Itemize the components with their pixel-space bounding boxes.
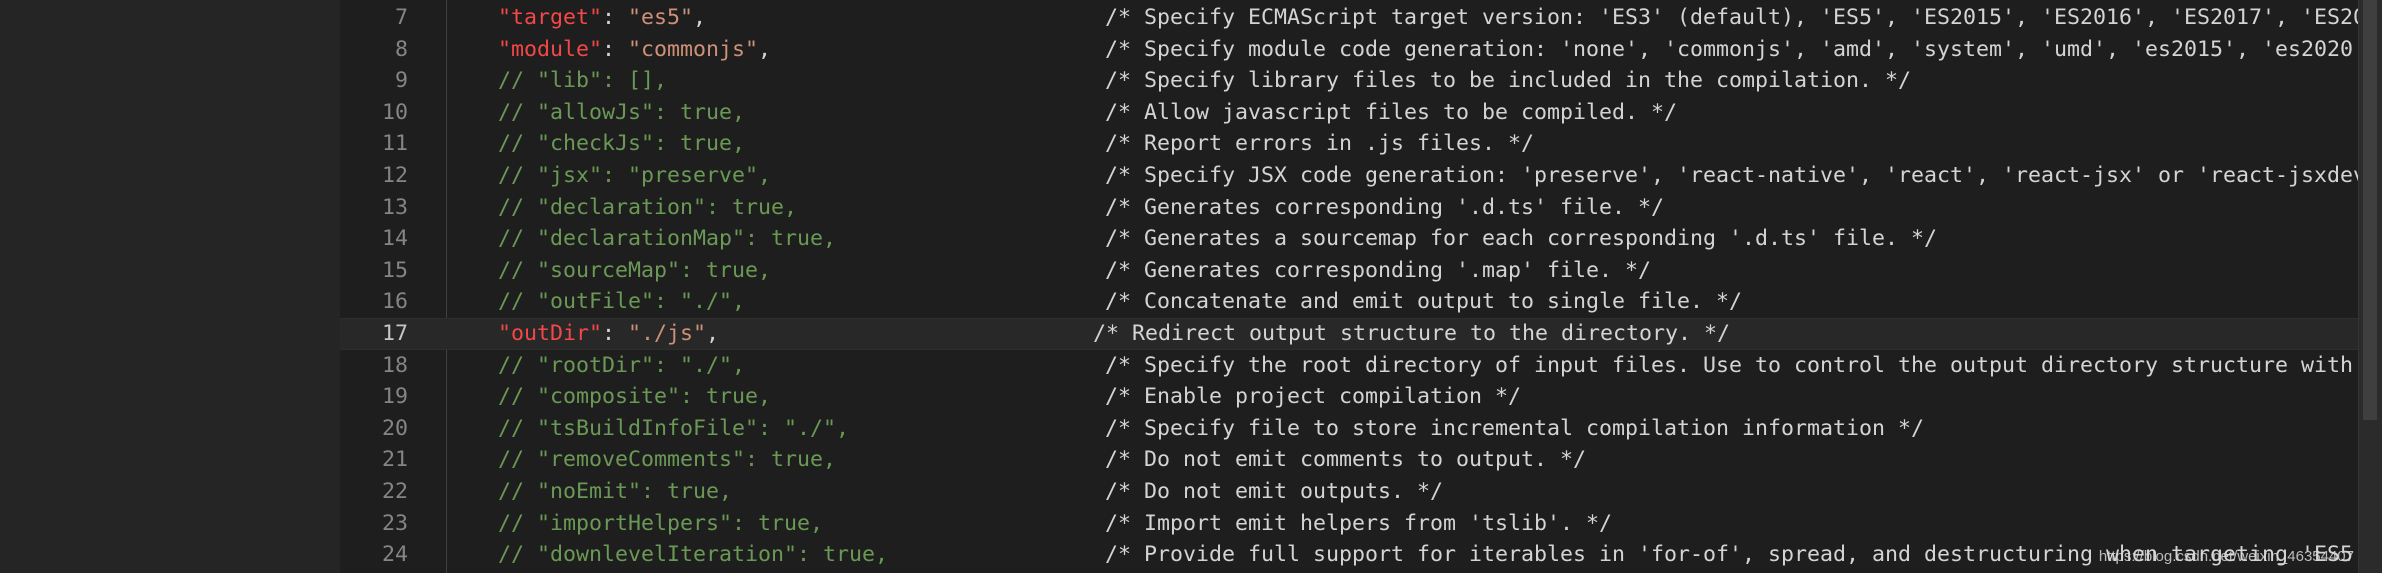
line-number: 10 [381,99,408,125]
code-text: // "noEmit": true, [498,479,733,504]
line-number: 7 [394,5,408,30]
line-number: 9 [394,68,408,94]
code-line[interactable]: 16 // "outFile": "./", /* Concatenate and … [340,286,2358,318]
side-panel [0,0,340,573]
code-text: // "removeComments": true, [498,447,837,473]
code-text: // "allowJs": true, [498,99,746,125]
code-line[interactable]: 20 // "tsBuildInfoFile": "./", /* Specify … [340,413,2358,445]
block-comment: /* Report errors in .js files. */ [1105,131,1535,157]
code-line[interactable]: 24// "downlevelIteration": true,/* Provi… [340,539,2358,571]
code-line[interactable]: 13 // "declaration": true, /* Generates co… [340,192,2358,224]
line-number: 24 [381,542,408,568]
block-comment: /* Generates corresponding '.d.ts' file.… [1105,194,1665,220]
code-line[interactable]: 19 // "composite": true, /* Enable project… [340,381,2358,413]
line-number: 16 [381,289,408,315]
json-string-value: "commonjs" [628,36,759,62]
block-comment: /* Do not emit outputs. */ [1105,479,1444,504]
code-text: // "checkJs": true, [498,131,746,157]
block-comment: /* Allow javascript files to be compiled… [1105,99,1678,125]
json-key: "outDir" [498,321,603,346]
line-number: 13 [381,194,408,220]
line-number: 23 [381,510,408,536]
code-line[interactable]: 10 // "allowJs": true, /* Allow javascript… [340,97,2358,129]
line-number: 22 [381,479,408,504]
code-text: // "declaration": true, [498,194,798,220]
code-text: // "tsBuildInfoFile": "./", [498,415,850,441]
block-comment: /* Do not emit comments to output. */ [1105,447,1587,473]
line-number: 18 [381,352,408,378]
separator: : [602,5,629,30]
block-comment: /* Redirect output structure to the dire… [1093,321,1731,346]
code-line[interactable]: 8 "module": "commonjs", /* Specify module … [340,34,2358,66]
code-line[interactable]: 18 // "rootDir": "./", /* Specify the root… [340,350,2358,382]
code-line[interactable]: 7 "target": "es5", /* Specify ECMAScript t… [340,2,2358,34]
separator: : [602,36,629,62]
code-text: // "jsx": "preserve", [498,163,772,188]
block-comment: /* Specify the root directory of input f… [1105,352,2358,378]
code-line[interactable]: 14 // "declarationMap": true, /* Generates… [340,223,2358,255]
code-text: // "downlevelIteration": true, [498,542,889,568]
block-comment: /* Import emit helpers from 'tslib'. */ [1105,510,1613,536]
block-comment: /* Concatenate and emit output to single… [1105,289,1743,315]
line-number: 15 [381,257,408,283]
code-line[interactable]: 17 "outDir": "./js", /* Redirect output st… [340,318,2358,350]
line-number: 21 [381,447,408,473]
separator: : [602,321,629,346]
json-string-value: "es5" [628,5,694,30]
line-number: 8 [394,36,408,62]
block-comment: /* Enable project compilation */ [1105,384,1522,410]
editor-text-area[interactable]: 7 "target": "es5", /* Specify ECMAScript t… [340,0,2358,573]
code-text: "outDir": "./js", [498,318,719,350]
json-key: "target" [498,5,603,30]
code-text: // "sourceMap": true, [498,257,772,283]
code-text: // "lib": [], [498,68,668,94]
code-text: // "outFile": "./", [498,289,746,315]
code-text: "target": "es5", [498,2,706,34]
code-text: // "composite": true, [498,384,772,410]
line-number: 17 [381,321,408,346]
code-line[interactable]: 21 // "removeComments": true, /* Do not em… [340,444,2358,476]
code-text: // "declarationMap": true, [498,226,837,252]
code-text: // "rootDir": "./", [498,352,746,378]
separator: , [693,5,707,30]
json-key: "module" [498,36,603,62]
code-text: // "importHelpers": true, [498,510,824,536]
block-comment: /* Specify file to store incremental com… [1105,415,1925,441]
block-comment: /* Specify module code generation: 'none… [1105,36,2358,62]
json-string-value: "./js" [628,321,707,346]
line-number: 11 [381,131,408,157]
code-line[interactable]: 23 // "importHelpers": true, /* Import emi… [340,508,2358,540]
vertical-scrollbar[interactable] [2358,0,2382,573]
line-number: 12 [381,163,408,188]
watermark-text: https://blog.csdn.net/weixin_46354407 [2098,548,2354,565]
code-text: "module": "commonjs", [498,34,771,66]
line-number: 14 [381,226,408,252]
code-line[interactable]: 9 // "lib": [], /* Specify library files t… [340,65,2358,97]
separator: , [758,36,772,62]
line-number: 20 [381,415,408,441]
code-line[interactable]: 12 // "jsx": "preserve", /* Specify JSX co… [340,160,2358,192]
code-editor-window: 7 "target": "es5", /* Specify ECMAScript t… [0,0,2382,573]
code-line[interactable]: 11 // "checkJs": true, /* Report errors in… [340,128,2358,160]
block-comment: /* Specify library files to be included … [1105,68,1912,94]
line-number: 19 [381,384,408,410]
code-line[interactable]: 15 // "sourceMap": true, /* Generates corr… [340,255,2358,287]
block-comment: /* Generates a sourcemap for each corres… [1105,226,1938,252]
scrollbar-thumb[interactable] [2363,0,2377,420]
block-comment: /* Specify ECMAScript target version: 'E… [1105,5,2358,30]
code-line[interactable]: 22 // "noEmit": true, /* Do not emit outpu… [340,476,2358,508]
separator: , [706,321,720,346]
block-comment: /* Generates corresponding '.map' file. … [1105,257,1652,283]
block-comment: /* Specify JSX code generation: 'preserv… [1105,163,2358,188]
